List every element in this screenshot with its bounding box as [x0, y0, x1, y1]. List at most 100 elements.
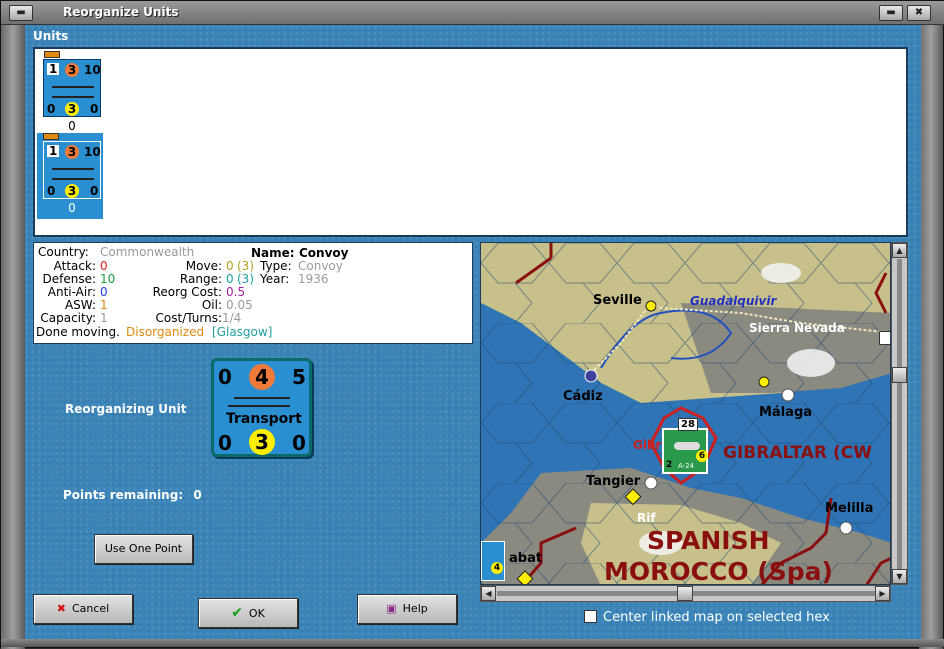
- close-button[interactable]: ✖: [907, 5, 931, 21]
- points-remaining-label: Points remaining:: [63, 488, 184, 502]
- map-label-seville: Seville: [593, 293, 642, 308]
- map-label-gibraltar: GIBRALTAR (CW: [723, 443, 872, 463]
- window-title: Reorganize Units: [63, 5, 179, 19]
- map-unit-br: 6: [696, 450, 708, 462]
- counter-attack: 0: [218, 365, 232, 389]
- vscroll-track[interactable]: [897, 259, 902, 569]
- points-remaining: Points remaining: 0: [63, 488, 202, 502]
- ship-icon: [52, 80, 94, 88]
- unit-antiair: 0: [47, 102, 56, 116]
- status-text: Done moving.: [36, 325, 120, 339]
- unit-attack: 1: [47, 144, 60, 158]
- counter-antiair: 0: [218, 431, 232, 455]
- unit-counter-1[interactable]: 1 3 10 0 3 0 0: [42, 51, 102, 135]
- ship-icon: [52, 162, 94, 170]
- map-corner-marker-icon[interactable]: [879, 331, 890, 345]
- reorganize-window: ▬ Reorganize Units ▬ ✖ Units 1 3 10 0 3 …: [0, 0, 944, 649]
- vscroll-thumb[interactable]: [892, 367, 907, 383]
- center-map-checkbox-row[interactable]: Center linked map on selected hex: [584, 610, 830, 625]
- unit-flag-icon: [43, 133, 59, 140]
- ship-icon: [52, 90, 94, 98]
- unit-defense: 10: [84, 63, 101, 77]
- center-map-checkbox[interactable]: [584, 610, 597, 623]
- frame-right: [919, 25, 943, 649]
- counter-defense: 5: [292, 365, 306, 389]
- units-list[interactable]: 1 3 10 0 3 0 0 1 3 10 0 3 0 0: [33, 47, 908, 237]
- map-unit-name: A-24: [678, 462, 695, 470]
- counter-range: 3: [249, 429, 275, 455]
- unit-attack: 1: [47, 62, 60, 76]
- frame-bottom: [1, 639, 944, 647]
- map-label-spanish: SPANISH: [647, 526, 770, 555]
- scroll-up-arrow-icon[interactable]: ▲: [892, 243, 907, 258]
- unit-range: 3: [65, 184, 79, 198]
- reorganizing-unit-label: Reorganizing Unit: [65, 402, 187, 416]
- map-horizontal-scrollbar[interactable]: ◀ ▶: [480, 585, 891, 602]
- map-label-malaga: Málaga: [759, 405, 813, 420]
- ship-icon: [52, 172, 94, 180]
- unit-info-panel: Country: Commonwealth Name: Convoy Attac…: [33, 242, 473, 344]
- scroll-down-arrow-icon[interactable]: ▼: [892, 569, 907, 584]
- map-label-sierra-nevada: Sierra Nevada: [749, 321, 845, 335]
- map-label-tangier: Tangier: [586, 474, 641, 489]
- unit-counter-2[interactable]: 1 3 10 0 3 0 0: [37, 133, 103, 219]
- map-edge-unit-counter[interactable]: 4: [481, 541, 505, 581]
- ok-button[interactable]: ✔ OK: [198, 598, 298, 628]
- capacity-label: Capacity:: [40, 311, 96, 325]
- units-label: Units: [33, 29, 69, 43]
- scroll-right-arrow-icon[interactable]: ▶: [875, 586, 890, 601]
- center-map-label: Center linked map on selected hex: [603, 610, 830, 625]
- year-label: Year:: [260, 272, 290, 286]
- reorganizing-unit-counter: 0 4 5 Transport 0 3 0: [211, 358, 312, 457]
- status-location: [Glasgow]: [212, 325, 273, 339]
- unit-asw: 0: [90, 102, 99, 116]
- unit-count: 0: [68, 201, 76, 215]
- hscroll-thumb[interactable]: [677, 586, 693, 601]
- unit-defense: 10: [84, 145, 101, 159]
- map-label-rabat: abat: [509, 551, 543, 566]
- help-button-label: Help: [402, 602, 428, 615]
- system-menu-button[interactable]: ▬: [9, 5, 33, 21]
- unit-flag-icon: [44, 51, 60, 58]
- points-remaining-value: 0: [193, 488, 202, 502]
- unit-antiair: 0: [47, 184, 56, 198]
- cancel-x-icon: ✖: [56, 602, 66, 615]
- cost-turns-value: 1/4: [222, 311, 242, 325]
- cancel-button[interactable]: ✖ Cancel: [33, 594, 133, 624]
- counter-name: Transport: [226, 411, 302, 427]
- unit-move: 3: [65, 145, 79, 159]
- capacity-value: 1: [100, 311, 108, 325]
- map-unit-bl: 2: [666, 460, 673, 470]
- help-button[interactable]: ▣ Help: [357, 594, 457, 624]
- linked-map[interactable]: Seville Guadalquivir Sierra Nevada Cádiz…: [480, 242, 891, 585]
- cancel-button-label: Cancel: [71, 602, 110, 615]
- unit-asw: 0: [90, 184, 99, 198]
- map-label-melilla: Melilla: [825, 501, 874, 516]
- scroll-left-arrow-icon[interactable]: ◀: [481, 586, 496, 601]
- check-icon: ✔: [231, 605, 243, 621]
- counter-move: 4: [249, 364, 275, 390]
- transport-ship-icon: [234, 391, 290, 399]
- help-book-icon: ▣: [386, 602, 397, 615]
- map-label-guadalquivir: Guadalquivir: [690, 294, 777, 308]
- status-disorganized: Disorganized: [126, 325, 205, 339]
- map-label-gibraltar-small: Gibr: [633, 438, 662, 452]
- minimize-button[interactable]: ▬: [879, 5, 903, 21]
- year-value: 1936: [298, 272, 329, 286]
- counter-asw: 0: [292, 431, 306, 455]
- unit-range: 3: [65, 102, 79, 116]
- unit-counter-face: 1 3 10 0 3 0: [43, 59, 101, 117]
- map-unit-top-num: 28: [678, 418, 698, 431]
- map-label-cadiz: Cádiz: [563, 389, 603, 404]
- map-edge-unit-num: 4: [491, 562, 503, 574]
- map-vertical-scrollbar[interactable]: ▲ ▼: [891, 242, 908, 585]
- unit-counter-face: 1 3 10 0 3 0: [43, 141, 101, 199]
- transport-ship-icon: [228, 401, 290, 407]
- unit-count: 0: [68, 119, 76, 133]
- map-label-morocco: MOROCCO (Spa): [604, 557, 833, 585]
- map-unit-counter[interactable]: 28 2 A-24 6: [662, 418, 708, 474]
- map-label-rif: Rif: [637, 511, 656, 525]
- use-one-point-button[interactable]: Use One Point: [94, 534, 193, 564]
- title-bar: ▬ Reorganize Units ▬ ✖: [1, 1, 944, 25]
- frame-left: [1, 25, 25, 649]
